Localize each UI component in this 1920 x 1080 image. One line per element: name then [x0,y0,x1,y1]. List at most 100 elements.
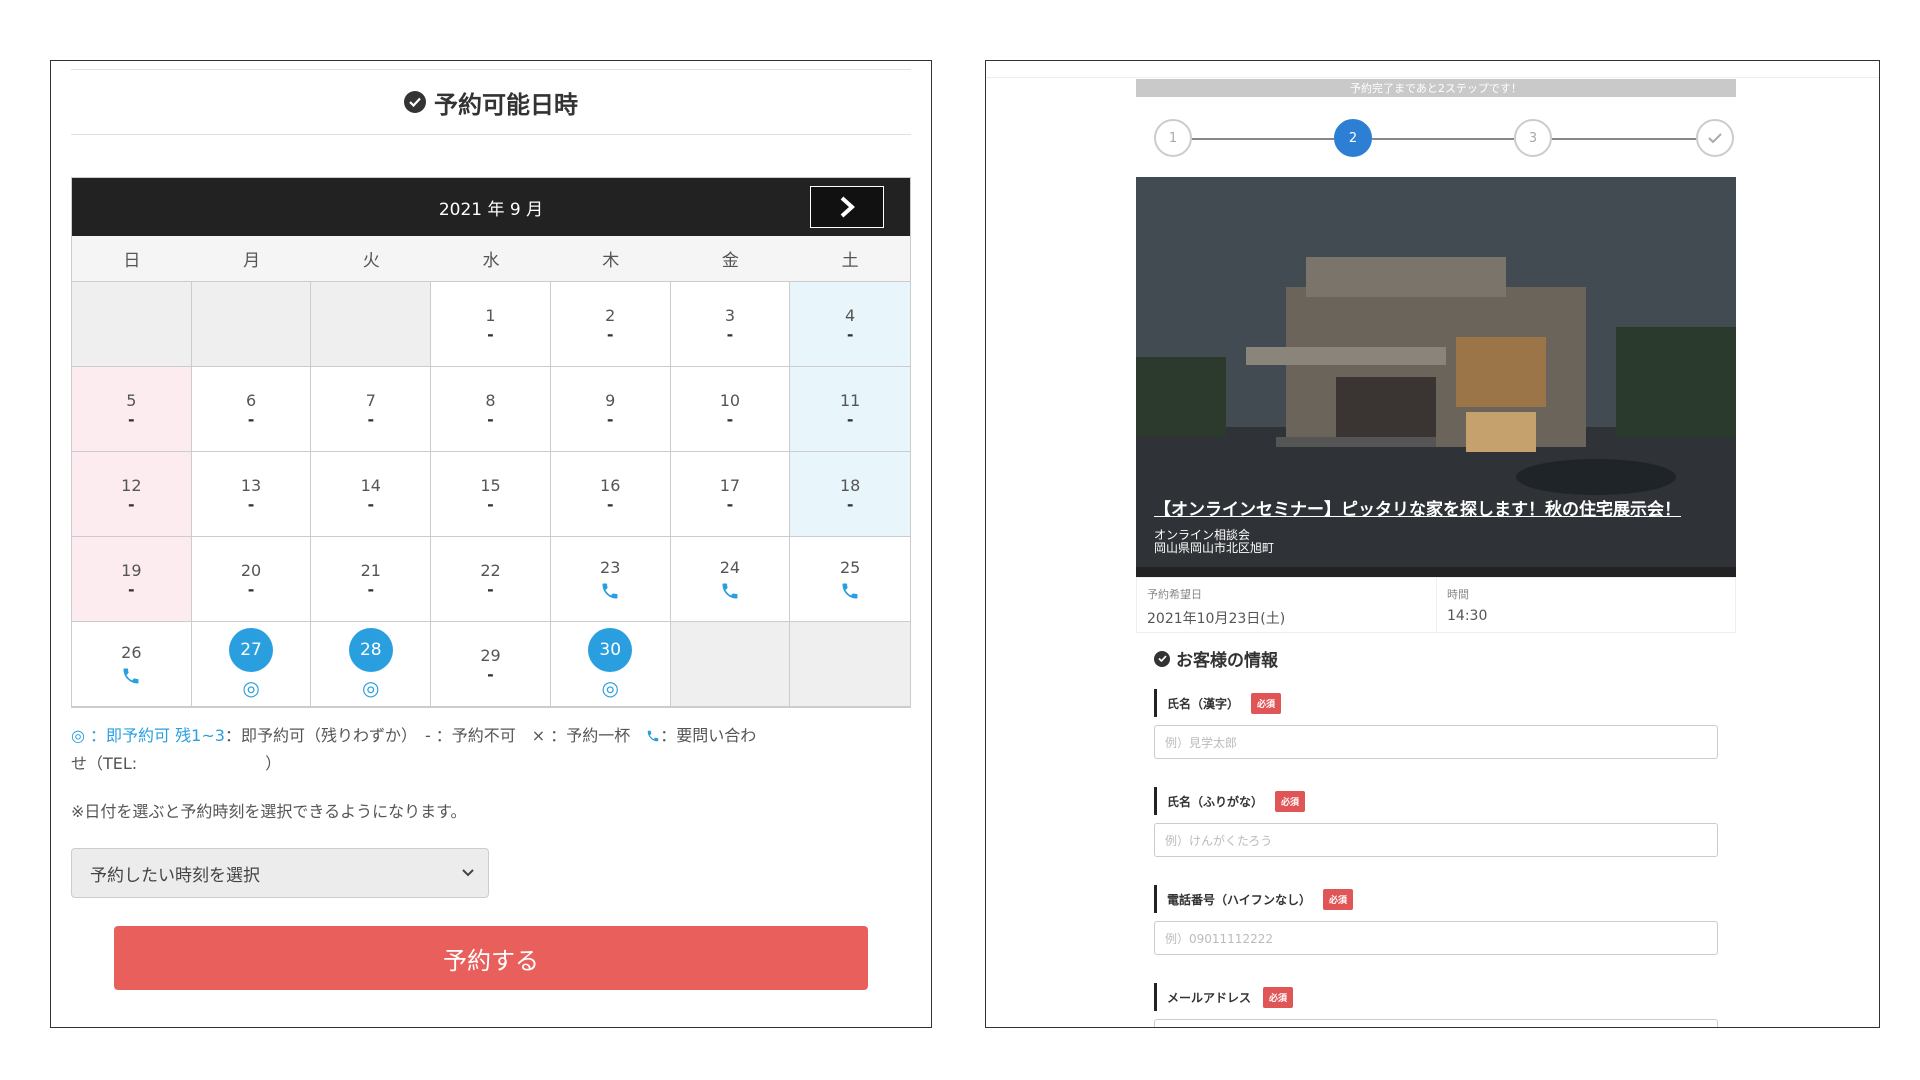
step-2: 2 [1334,119,1372,157]
calendar-header: 2021 年 9 月 [72,178,910,236]
day-number: 22 [480,560,501,580]
weekday-tue: 火 [311,236,432,282]
phone-icon [722,583,738,598]
name-kana-input[interactable]: 例）けんがくたろう [1154,823,1718,857]
weekday-sun: 日 [72,236,192,282]
event-title[interactable]: 【オンラインセミナー】ピッタリな家を探します！秋の住宅展示会！ [1154,495,1681,520]
legend-contact: ：要問い合わ [660,726,757,745]
unavailable-mark: - [846,494,854,514]
phone-input[interactable]: 例）09011112222 [1154,921,1718,955]
calendar-day-5: 5- [72,367,192,452]
unavailable-mark: - [487,664,494,684]
available-mark: ◎ [242,676,260,700]
required-badge: 必須 [1323,888,1354,910]
reservation-form-panel: 予約完了まであと2ステップです！ 1 2 3 【オンラインセミナー】ピッタリな家 [985,60,1880,1028]
day-number: 10 [719,390,741,410]
calendar-day-27[interactable]: 27 ◎ [191,622,312,707]
calendar-day-26[interactable]: 26 [72,622,192,707]
time-select[interactable]: 予約したい時刻を選択 [71,848,489,898]
next-month-button[interactable] [810,186,884,228]
divider [986,77,1879,78]
available-day-badge[interactable]: 30 [588,628,633,672]
calendar: 2021 年 9 月 日 月 火 水 木 金 土 1- 2- 3- 4 - 5 … [71,177,911,708]
day-number: 4 [845,305,856,325]
reservation-calendar-panel: 予約可能日時 2021 年 9 月 日 月 火 水 木 金 土 1 - 2 - … [50,60,932,1028]
calendar-day-1: 1- [431,282,551,367]
calendar-legend: ◎ ：即予約可 残1~3：即予約可（残りわずか） - ：予約不可 × ：予約一杯… [71,722,911,778]
day-number: 14 [360,475,381,495]
weekday-mon: 月 [191,236,312,282]
time-select-value: 予約したい時刻を選択 [90,865,260,886]
day-number: 29 [480,645,501,665]
unavailable-mark: - [606,409,614,429]
day-number: 17 [719,475,741,495]
calendar-day-29: 29- [431,622,551,707]
available-day-badge[interactable]: 28 [348,628,393,672]
calendar-day-16: 16- [550,452,671,537]
phone-icon [123,668,139,683]
check-icon [1708,133,1722,144]
calendar-day-2: 2- [550,282,671,367]
chevron-down-icon [462,869,474,877]
step-1: 1 [1154,119,1192,157]
day-number: 20 [240,560,262,580]
weekday-wed: 水 [431,236,551,282]
step-complete [1696,119,1734,157]
reserve-button[interactable]: 予約する [114,926,868,990]
calendar-day-15: 15- [431,452,551,537]
day-number: 19 [121,560,142,580]
calendar-title: 予約可能日時 [434,90,578,119]
calendar-cell-empty [72,282,192,367]
field-label-text: 氏名（ふりがな） [1167,794,1264,809]
unavailable-mark: - [726,409,734,429]
email-input[interactable] [1154,1019,1718,1027]
unavailable-mark: - [128,409,135,429]
desired-date-label: 予約希望日 [1147,588,1202,601]
customer-info-title: お客様の情報 [1176,651,1278,671]
required-badge: 必須 [1263,986,1294,1008]
day-number: 2 [605,305,616,325]
calendar-day-9: 9- [550,367,671,452]
step-connector [1552,138,1696,140]
day-number: 24 [719,557,741,577]
unavailable-mark: - [487,324,494,344]
calendar-day-7: 7- [311,367,432,452]
field-label-text: 電話番号（ハイフンなし） [1167,892,1312,907]
calendar-cell-empty [191,282,312,367]
unavailable-mark: - [606,494,614,514]
calendar-day-22: 22- [431,537,551,622]
unavailable-mark: - [128,494,135,514]
calendar-day-25[interactable]: 25 [790,537,910,622]
required-badge: 必須 [1275,790,1306,812]
desired-date-value: 2021年10月23日(土) [1147,611,1286,627]
calendar-day-30[interactable]: 30 ◎ [550,622,671,707]
unavailable-mark: - [247,409,255,429]
calendar-day-23[interactable]: 23 [550,537,671,622]
calendar-day-6: 6- [191,367,312,452]
name-kana-field: 氏名（ふりがな） 必須 例）けんがくたろう [1154,787,1718,857]
customer-info-heading: お客様の情報 [1154,646,1278,671]
legend-tel: せ（TEL: ） [71,754,282,773]
calendar-day-18: 18- [790,452,910,537]
day-number: 12 [121,475,142,495]
step-connector [1372,138,1514,140]
available-mark: ◎ [362,676,380,700]
unavailable-mark: - [487,409,494,429]
phone-icon [842,583,858,598]
calendar-title-bar: 予約可能日時 [71,69,911,135]
unavailable-mark: - [128,579,135,599]
calendar-day-17: 17- [670,452,791,537]
reservation-summary: 予約希望日 2021年10月23日(土) 時間 14:30 [1136,577,1736,633]
calendar-day-8: 8- [431,367,551,452]
calendar-day-20: 20- [191,537,312,622]
available-day-badge[interactable]: 27 [229,628,274,672]
field-label-text: メールアドレス [1167,990,1252,1005]
calendar-day-24[interactable]: 24 [670,537,791,622]
calendar-day-28[interactable]: 28 ◎ [311,622,432,707]
day-number: 11 [839,390,861,410]
name-kanji-input[interactable]: 例）見学太郎 [1154,725,1718,759]
step-3: 3 [1514,119,1552,157]
calendar-day-13: 13- [191,452,312,537]
unavailable-mark: - [846,324,854,344]
unavailable-mark: - [367,579,375,599]
